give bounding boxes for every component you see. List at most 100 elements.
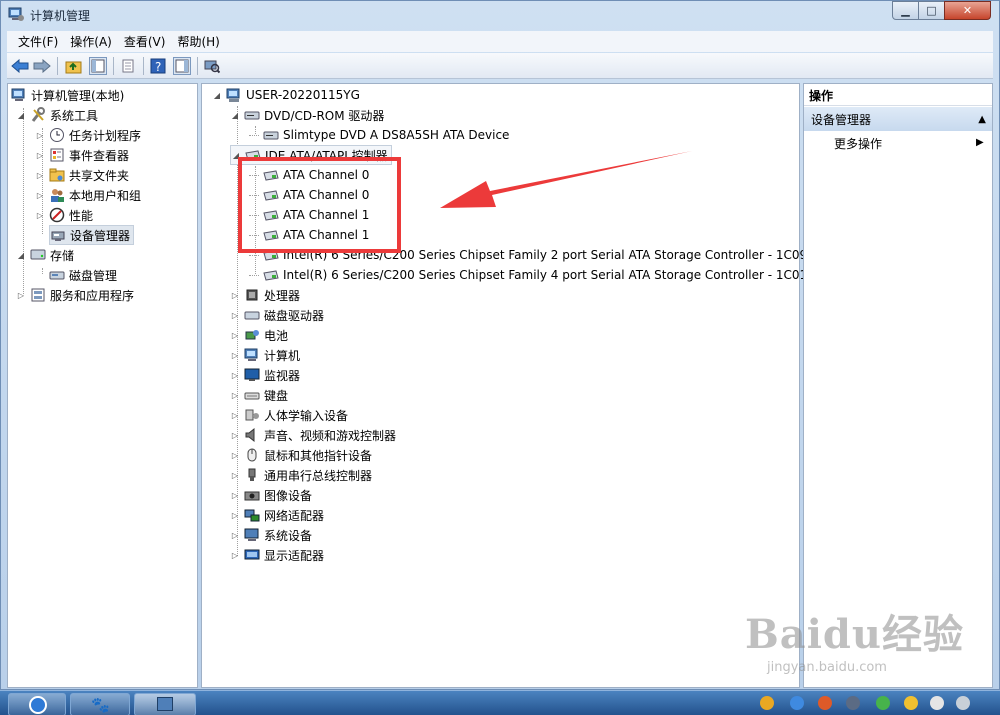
forward-button[interactable] <box>33 57 51 75</box>
device-tree-item[interactable]: ▷ 电池 <box>230 325 288 345</box>
help-button[interactable]: ? <box>149 57 167 75</box>
expand-arrow-icon[interactable]: ▷ <box>35 151 45 160</box>
toolbar: ? <box>7 53 993 79</box>
properties-icon <box>122 59 134 73</box>
device-tree-item[interactable]: ▷ 鼠标和其他指针设备 <box>230 445 372 465</box>
maximize-button[interactable]: □ <box>918 1 945 20</box>
expand-arrow-icon[interactable]: ▷ <box>230 351 240 360</box>
collapse-arrow-icon[interactable]: ◢ <box>16 111 26 120</box>
expand-arrow-icon[interactable]: ▷ <box>230 391 240 400</box>
tree-item-device-manager[interactable]: 设备管理器 <box>49 225 135 245</box>
tree-item-services[interactable]: ▷ 服务和应用程序 <box>16 285 134 305</box>
tray-icon-6[interactable] <box>904 696 918 710</box>
taskbar-app-computer-management[interactable] <box>134 693 196 715</box>
tray-icon-7[interactable] <box>930 696 944 710</box>
more-actions-item[interactable]: 更多操作 <box>834 133 882 153</box>
menu-view[interactable]: 查看(V) <box>118 33 172 50</box>
device-tree-root[interactable]: ◢ USER-20220115YG <box>212 85 360 105</box>
menu-file[interactable]: 文件(F) <box>12 33 64 50</box>
tree-item-storage[interactable]: ◢ 存储 <box>16 245 74 265</box>
back-button[interactable] <box>11 57 29 75</box>
keyboard-icon <box>244 387 260 403</box>
device-tree-item[interactable]: ▷ 通用串行总线控制器 <box>230 465 372 485</box>
properties-button[interactable] <box>119 57 137 75</box>
processor-icon <box>244 287 260 303</box>
expand-arrow-icon[interactable]: ▷ <box>16 291 26 300</box>
back-arrow-icon <box>11 59 29 73</box>
expand-arrow-icon[interactable]: ▷ <box>35 171 45 180</box>
up-level-button[interactable] <box>65 57 83 75</box>
device-tree-item[interactable]: ▷ 网络适配器 <box>230 505 324 525</box>
device-tree-item[interactable]: ▷ 监视器 <box>230 365 300 385</box>
tree-item-event-viewer[interactable]: ▷ 事件查看器 <box>35 145 129 165</box>
device-tree-item-label: 声音、视频和游戏控制器 <box>264 428 397 443</box>
tray-icon-4[interactable] <box>846 696 860 710</box>
start-orb-icon <box>29 696 47 714</box>
device-tree-item[interactable]: Slimtype DVD A DS8A5SH ATA Device <box>249 125 509 145</box>
expand-arrow-icon[interactable]: ▷ <box>230 411 240 420</box>
close-button[interactable]: ✕ <box>944 1 991 20</box>
minimize-button[interactable]: ▁ <box>892 1 919 20</box>
computer-management-icon <box>8 6 24 22</box>
menu-help[interactable]: 帮助(H) <box>171 33 225 50</box>
title-bar[interactable]: 计算机管理 ▁ □ ✕ <box>0 0 1000 30</box>
device-tree-item-label: 处理器 <box>264 288 301 303</box>
expand-arrow-icon[interactable]: ▷ <box>230 291 240 300</box>
device-tree-item[interactable]: ▷ 磁盘驱动器 <box>230 305 324 325</box>
expand-arrow-icon[interactable]: ▷ <box>230 451 240 460</box>
device-tree-item[interactable]: ▷ 人体学输入设备 <box>230 405 348 425</box>
collapse-up-icon[interactable]: ▲ <box>978 114 986 125</box>
device-tree-item[interactable]: ▷ 声音、视频和游戏控制器 <box>230 425 396 445</box>
menu-action[interactable]: 操作(A) <box>64 33 118 50</box>
collapse-arrow-icon[interactable]: ◢ <box>16 251 26 260</box>
device-tree-item[interactable]: ▷ 计算机 <box>230 345 300 365</box>
actions-section-device-manager[interactable]: 设备管理器 ▲ <box>804 107 992 131</box>
expand-arrow-icon[interactable]: ▷ <box>230 491 240 500</box>
device-tree-item[interactable]: ▷ 处理器 <box>230 285 300 305</box>
tree-item-shared-folders[interactable]: ▷ 共享文件夹 <box>35 165 129 185</box>
users-icon <box>49 187 65 203</box>
tree-item-local-users[interactable]: ▷ 本地用户和组 <box>35 185 141 205</box>
expand-arrow-icon[interactable]: ▷ <box>35 131 45 140</box>
submenu-arrow-icon[interactable]: ▶ <box>976 137 984 148</box>
expand-arrow-icon[interactable]: ▷ <box>230 371 240 380</box>
tree-item-task-scheduler[interactable]: ▷ 任务计划程序 <box>35 125 141 145</box>
scan-hardware-button[interactable] <box>203 57 221 75</box>
device-tree-item[interactable]: ▷ 系统设备 <box>230 525 312 545</box>
device-tree-item-label: Slimtype DVD A DS8A5SH ATA Device <box>283 128 510 142</box>
expand-arrow-icon[interactable]: ▷ <box>230 431 240 440</box>
annotation-arrow-icon <box>440 151 692 208</box>
device-tree-item[interactable]: ▷ 显示适配器 <box>230 545 324 565</box>
show-action-pane-button[interactable] <box>173 57 191 75</box>
monitor-icon <box>244 367 260 383</box>
device-tree-item[interactable]: ▷ 键盘 <box>230 385 288 405</box>
expand-arrow-icon[interactable]: ▷ <box>35 191 45 200</box>
tree-item-system-tools[interactable]: ◢ 系统工具 <box>16 105 98 125</box>
console-tree: 计算机管理(本地) ◢ 系统工具 ▷ 任务计划程序 ▷ 事件查看器 ▷ 共享文件… <box>7 83 198 688</box>
taskbar-app-baidu[interactable]: 🐾 <box>70 693 130 715</box>
tray-icon-2[interactable] <box>790 696 804 710</box>
expand-arrow-icon[interactable]: ▷ <box>230 311 240 320</box>
system-device-icon <box>244 527 260 543</box>
collapse-arrow-icon[interactable]: ◢ <box>230 111 240 120</box>
device-tree-item[interactable]: ◢ DVD/CD-ROM 驱动器 <box>230 105 385 125</box>
expand-arrow-icon[interactable]: ▷ <box>230 531 240 540</box>
tree-item-computer-management[interactable]: 计算机管理(本地) <box>11 85 124 105</box>
expand-arrow-icon[interactable]: ▷ <box>230 331 240 340</box>
collapse-arrow-icon[interactable]: ◢ <box>212 91 222 100</box>
tray-icon-1[interactable] <box>760 696 774 710</box>
start-button[interactable] <box>8 693 66 715</box>
device-tree-item[interactable]: Intel(R) 6 Series/C200 Series Chipset Fa… <box>249 265 807 285</box>
tree-item-performance[interactable]: ▷ 性能 <box>35 205 93 225</box>
tray-icon-5[interactable] <box>876 696 890 710</box>
expand-arrow-icon[interactable]: ▷ <box>35 211 45 220</box>
show-hide-tree-button[interactable] <box>89 57 107 75</box>
expand-arrow-icon[interactable]: ▷ <box>230 551 240 560</box>
tray-icon-8[interactable] <box>956 696 970 710</box>
expand-arrow-icon[interactable]: ▷ <box>230 471 240 480</box>
tray-icon-3[interactable] <box>818 696 832 710</box>
device-tree-item[interactable]: ▷ 图像设备 <box>230 485 312 505</box>
tree-item-disk-management[interactable]: 磁盘管理 <box>49 265 117 285</box>
more-actions-label: 更多操作 <box>834 136 883 151</box>
expand-arrow-icon[interactable]: ▷ <box>230 511 240 520</box>
